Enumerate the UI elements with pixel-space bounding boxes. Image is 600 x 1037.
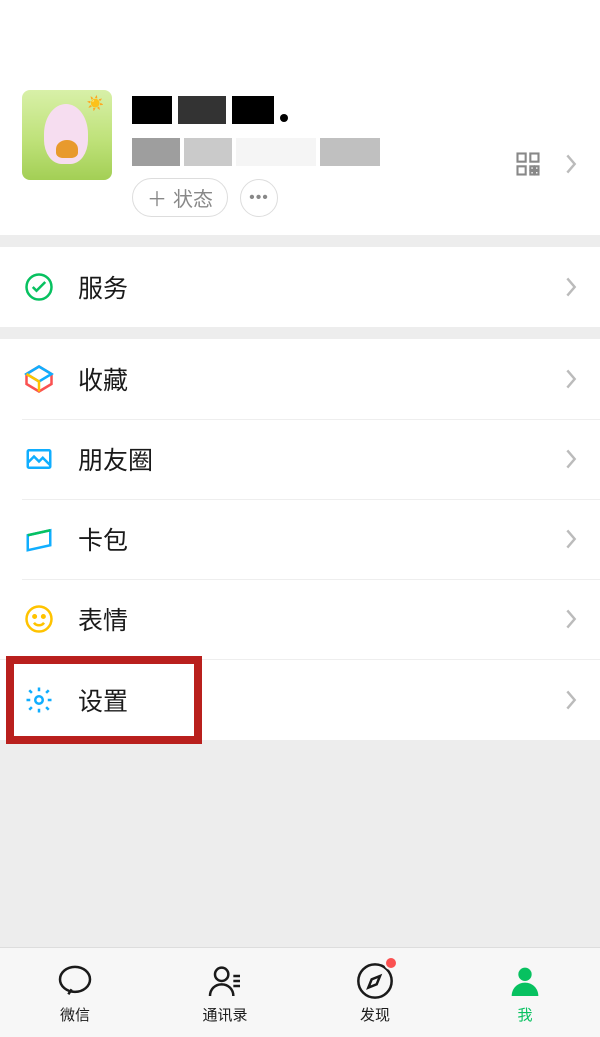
menu-item-favorites[interactable]: 收藏 (0, 339, 600, 419)
tab-discover[interactable]: 发现 (300, 948, 450, 1037)
menu-label: 收藏 (78, 361, 564, 397)
profile-header[interactable]: ☀️ ＋ 状态 ••• (0, 0, 600, 235)
status-button[interactable]: ＋ 状态 (132, 178, 228, 217)
contacts-icon (205, 961, 245, 1001)
menu-label: 卡包 (78, 521, 564, 557)
avatar[interactable]: ☀️ (22, 90, 112, 180)
chevron-right-icon (564, 689, 578, 711)
menu-label: 表情 (78, 601, 564, 637)
services-icon (22, 270, 56, 304)
qrcode-icon[interactable] (514, 150, 542, 178)
tab-contacts[interactable]: 通讯录 (150, 948, 300, 1037)
profile-name-redacted (132, 96, 504, 124)
person-icon (505, 961, 545, 1001)
chevron-right-icon (564, 153, 578, 175)
menu-item-moments[interactable]: 朋友圈 (0, 419, 600, 499)
tab-label: 微信 (60, 1004, 90, 1025)
chevron-right-icon (564, 608, 578, 630)
more-status-button[interactable]: ••• (240, 179, 278, 217)
favorites-icon (22, 362, 56, 396)
menu-item-stickers[interactable]: 表情 (0, 579, 600, 659)
chat-icon (55, 961, 95, 1001)
tab-label: 发现 (360, 1004, 390, 1025)
cards-icon (22, 522, 56, 556)
stickers-icon (22, 602, 56, 636)
chevron-right-icon (564, 528, 578, 550)
chevron-right-icon (564, 368, 578, 390)
menu-label: 朋友圈 (78, 441, 564, 477)
tab-chats[interactable]: 微信 (0, 948, 150, 1037)
chevron-right-icon (564, 448, 578, 470)
settings-icon (22, 683, 56, 717)
menu-label: 设置 (78, 682, 564, 718)
plus-icon: ＋ (147, 183, 167, 212)
tab-label: 我 (517, 1004, 532, 1025)
dots-icon: ••• (249, 189, 269, 207)
menu-item-settings[interactable]: 设置 (0, 660, 600, 740)
profile-id-redacted (132, 138, 504, 166)
moments-icon (22, 442, 56, 476)
tab-me[interactable]: 我 (450, 948, 600, 1037)
chevron-right-icon (564, 276, 578, 298)
status-label: 状态 (173, 183, 213, 212)
tab-label: 通讯录 (202, 1004, 247, 1025)
menu-item-cards[interactable]: 卡包 (0, 499, 600, 579)
menu-item-services[interactable]: 服务 (0, 247, 600, 327)
menu-label: 服务 (78, 269, 564, 305)
tab-bar: 微信 通讯录 发现 我 (0, 947, 600, 1037)
notification-badge (384, 956, 398, 970)
